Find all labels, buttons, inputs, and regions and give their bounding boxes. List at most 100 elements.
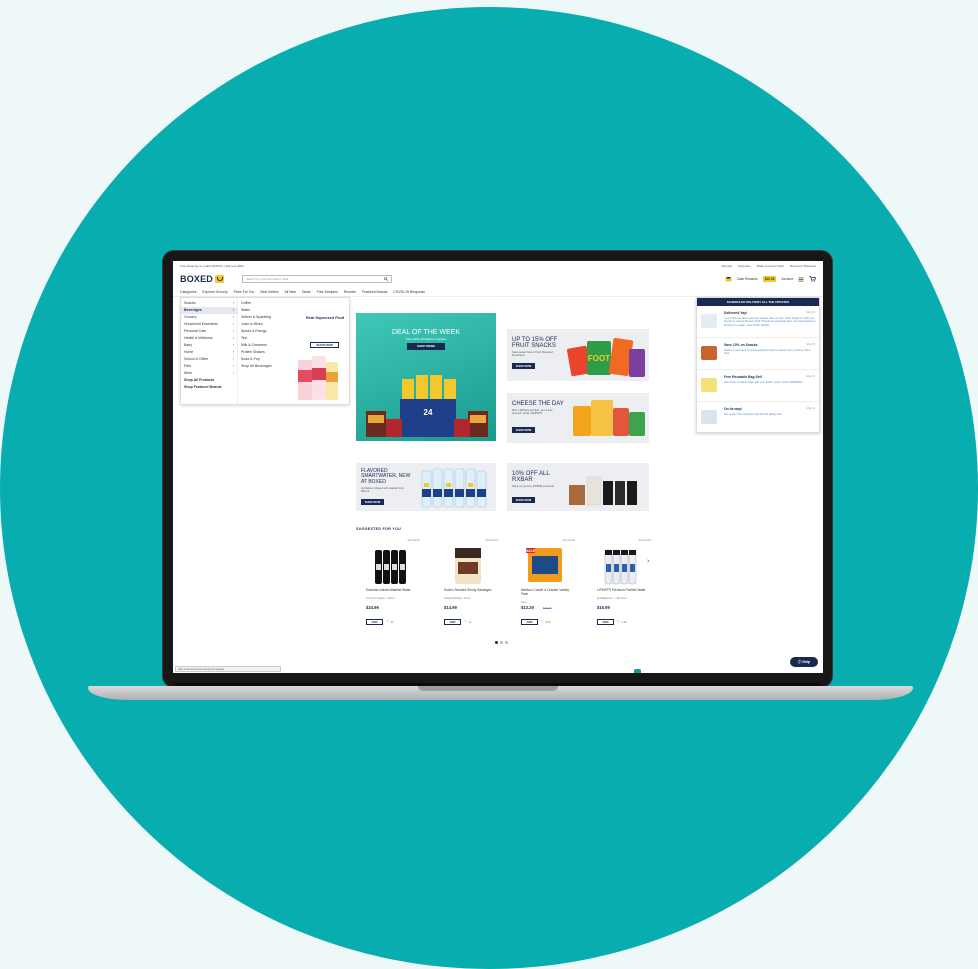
snacks-icon (701, 346, 717, 360)
truck-icon (701, 410, 717, 424)
nav-all-new[interactable]: All New (284, 290, 296, 294)
favorite-heart-icon[interactable]: ♡ 1k (464, 619, 471, 626)
logo-box-icon (215, 275, 225, 283)
subcategory-water[interactable]: Water (238, 307, 288, 314)
subcategory-soda[interactable]: Soda & Pop (238, 356, 288, 363)
category-school-office[interactable]: School & Office › (181, 356, 237, 363)
subcategory-shop-all[interactable]: Shop All Beverages (238, 363, 288, 370)
favorite-heart-icon[interactable]: ♡ 1.4k (617, 619, 627, 626)
category-shop-all[interactable]: Shop All Products (181, 377, 237, 384)
subcategory-list: Coffee Water Seltzer & Sparkling Juice &… (238, 298, 288, 404)
nav-deals[interactable]: Deals (302, 290, 311, 294)
fruit-snacks-banner[interactable]: UP TO 15% OFF FRUIT SNACKS Save select f… (507, 329, 649, 381)
boxed-logo[interactable]: BOXED (180, 274, 225, 284)
subcategory-tea[interactable]: Tea (238, 335, 288, 342)
add-to-cart-button[interactable]: ADD (444, 619, 461, 625)
category-snacks[interactable]: Snacks › (181, 300, 237, 307)
nav-best-sellers[interactable]: Best Sellers (260, 290, 278, 294)
carousel-dot[interactable] (505, 641, 508, 644)
category-list: Snacks › Beverages › Grocery › Household Es… (181, 298, 238, 404)
product-name[interactable]: Essentia Ionized Alkaline Water (366, 588, 421, 593)
product-card[interactable]: Sponsored SALE Nabisco Cookie & Cracker … (513, 539, 579, 634)
category-grocery[interactable]: Grocery › (181, 314, 237, 321)
product-original-price: $15.99 (543, 606, 552, 610)
notification-item[interactable]: Free Reusable Bag Set! May 12 Get 2 free… (697, 370, 819, 402)
notification-item[interactable]: Save 10% on Snacks May 13 Stock up and s… (697, 338, 819, 370)
nav-express-grocery[interactable]: Express Grocery (202, 290, 227, 294)
nav-free-samples[interactable]: Free Samples (317, 290, 338, 294)
search-icon[interactable] (384, 277, 388, 281)
subcategory-milk[interactable]: Milk & Creamers (238, 342, 288, 349)
category-featured-brands[interactable]: Shop Featured Brands (181, 384, 237, 391)
add-to-cart-button[interactable]: ADD (597, 619, 614, 625)
nav-covid-response[interactable]: COVID-19 Response (393, 290, 425, 294)
category-wine[interactable]: Wine › (181, 370, 237, 377)
category-health[interactable]: Health & Wellness › (181, 335, 237, 342)
account-menu[interactable]: Account (781, 277, 793, 281)
cart-icon[interactable] (809, 276, 816, 282)
nav-reorder[interactable]: Reorder (344, 290, 356, 294)
topbar-link-reorder[interactable]: Reorder (721, 264, 732, 268)
rxbar-banner[interactable]: 10% OFF ALL RXBAR Save on yummy RXBAR pr… (507, 463, 649, 511)
smartwater-shop-button[interactable]: SHOP NOW (361, 499, 384, 505)
bag-icon (701, 378, 717, 392)
subcategory-sports-energy[interactable]: Sports & Energy (238, 328, 288, 335)
category-personal-care[interactable]: Personal Care › (181, 328, 237, 335)
smartwater-banner[interactable]: FLAVORED SMARTWATER, NEW AT BOXED Hydrat… (356, 463, 496, 511)
rxbar-shop-button[interactable]: SHOP NOW (512, 497, 535, 503)
menu-promo-shop-button[interactable]: SHOP NOW (310, 342, 339, 348)
help-button[interactable]: ⓘ Help (790, 657, 818, 667)
cash-rewards-label[interactable]: Cash Rewards (737, 277, 758, 281)
category-home[interactable]: Home › (181, 349, 237, 356)
product-name[interactable]: Duke's Smoked Shorty Sausages (444, 588, 499, 593)
fruit-snacks-shop-button[interactable]: SHOP NOW (512, 363, 535, 369)
product-name[interactable]: Nabisco Cookie & Cracker Variety Pack (521, 588, 576, 597)
topbar-link-group-order[interactable]: Make a Group Order (757, 264, 785, 268)
favorite-heart-icon[interactable]: ♡ 4k (386, 619, 393, 626)
category-household[interactable]: Household Essentials › (181, 321, 237, 328)
category-baby[interactable]: Baby › (181, 342, 237, 349)
product-price: $14.99 (444, 605, 457, 610)
nav-picks-for-you[interactable]: Picks For You (234, 290, 255, 294)
carousel-dot[interactable] (500, 641, 503, 644)
category-pets[interactable]: Pets › (181, 363, 237, 370)
notification-item[interactable]: On its way! May 11 Get ready! Your shipm… (697, 402, 819, 432)
category-beverages[interactable]: Beverages › (181, 307, 237, 314)
categories-mega-menu: Snacks › Beverages › Grocery › Household Es… (180, 297, 350, 405)
question-icon: ⓘ (797, 660, 802, 664)
deal-shop-button[interactable]: SHOP MORE (407, 343, 445, 350)
juice-cans-image (298, 356, 338, 400)
fruit-snacks-image: FOOT (567, 338, 645, 377)
topbar-link-business[interactable]: Boxed for Business (790, 264, 816, 268)
subcategory-seltzer[interactable]: Seltzer & Sparkling (238, 314, 288, 321)
product-card[interactable]: Sponsored LIFEWTR Premium Purified Water… (589, 539, 655, 634)
cheese-shop-button[interactable]: SHOP NOW (512, 427, 535, 433)
product-price: $16.99 (597, 605, 610, 610)
add-to-cart-button[interactable]: ADD (521, 619, 538, 625)
product-price: $13.29 (521, 605, 534, 610)
cheese-title: CHEESE THE DAY (512, 401, 564, 407)
sale-badge: SALE (526, 549, 536, 553)
search-input[interactable]: Search for your favorites in bulk (242, 275, 393, 283)
deal-of-week-banner[interactable]: DEAL OF THE WEEK Save 20% off Nature's G… (356, 313, 496, 441)
product-name[interactable]: LIFEWTR Premium Purified Water (597, 588, 652, 593)
favorite-heart-icon[interactable]: ♡ 8.3k (541, 619, 551, 626)
main-nav: Categories Express Grocery Picks For You… (173, 288, 823, 297)
list-icon[interactable] (798, 277, 804, 282)
add-to-cart-button[interactable]: ADD (366, 619, 383, 625)
menu-promo-title: Real Squeezed Fruit (305, 315, 345, 320)
carousel-next-chevron-icon[interactable]: › (647, 558, 649, 565)
notification-item[interactable]: Delivered Yay! May 14 If you think we di… (697, 306, 819, 338)
subcategory-protein[interactable]: Protein Shakes (238, 349, 288, 356)
cheese-banner[interactable]: CHEESE THE DAY Buy 1 Whisps product, get… (507, 393, 649, 443)
nav-categories[interactable]: Categories (180, 290, 196, 294)
subcategory-coffee[interactable]: Coffee (238, 300, 288, 307)
notifications-header: SCHEDULED DELIVERY ALL THE UPDATES (697, 298, 819, 306)
subcategory-juice[interactable]: Juice & Mixes (238, 321, 288, 328)
topbar-link-favorites[interactable]: Favorites (738, 264, 750, 268)
laptop-notch (418, 686, 558, 691)
product-card[interactable]: Sponsored Essentia Ionized Alkaline Wate… (358, 539, 424, 634)
nav-featured-brands[interactable]: Featured Brands (362, 290, 387, 294)
carousel-dot[interactable] (495, 641, 498, 644)
product-card[interactable]: Sponsored Duke's Smoked Shorty Sausages … (436, 539, 502, 634)
